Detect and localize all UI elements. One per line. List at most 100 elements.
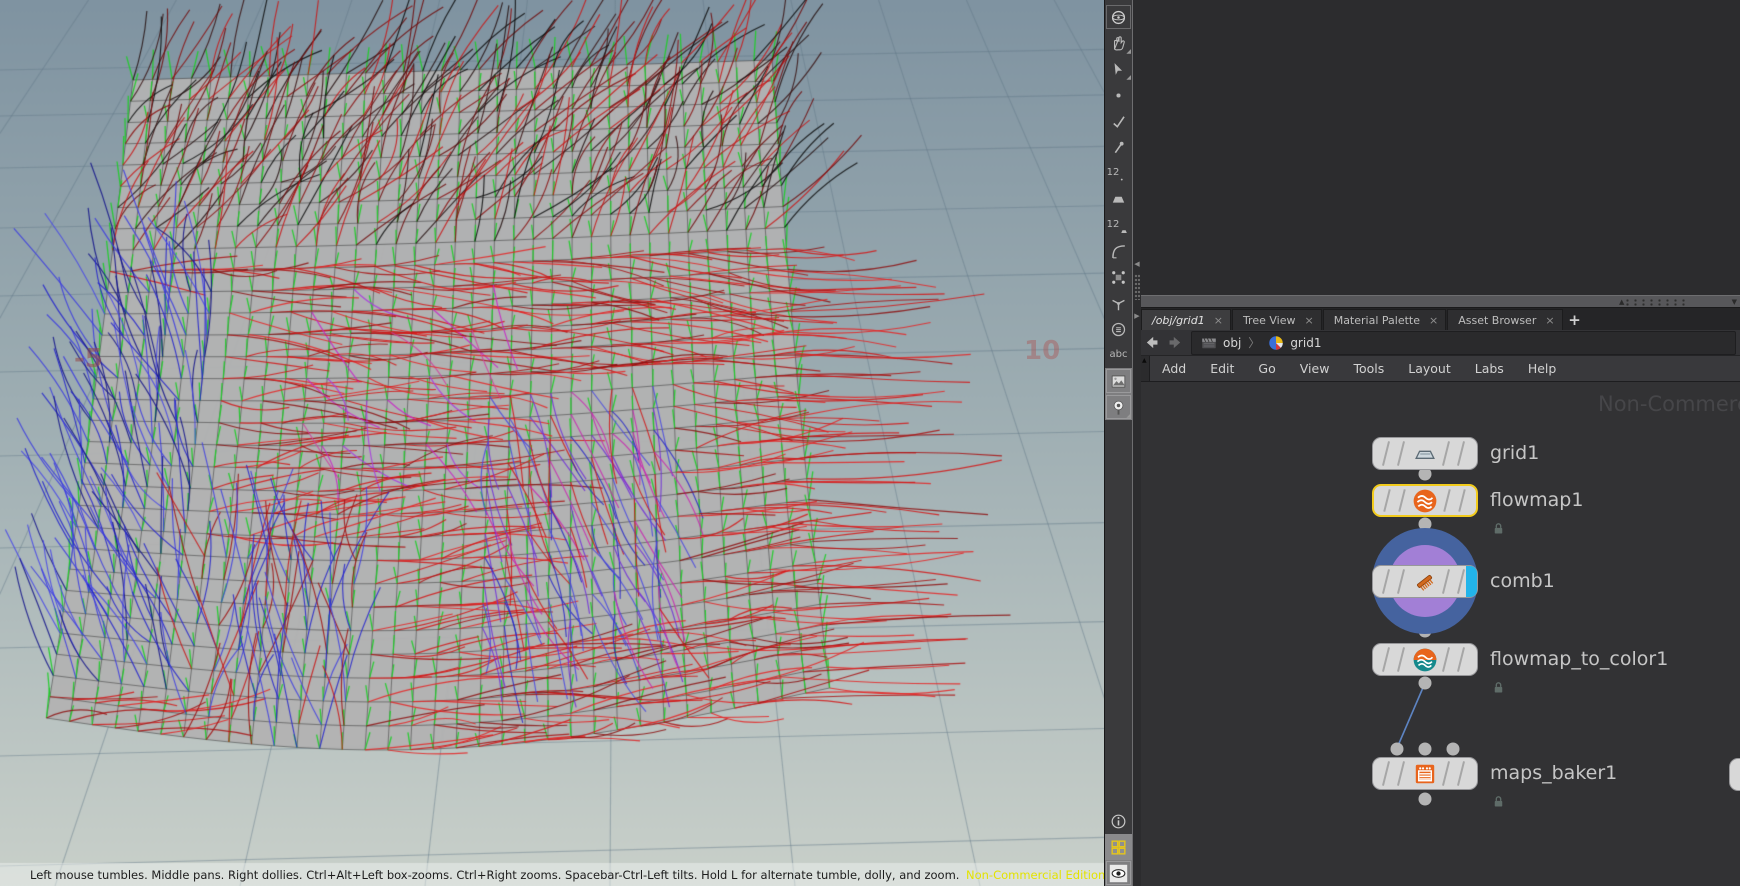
node-grid1[interactable] [1372, 437, 1478, 470]
visibility-icon[interactable] [1105, 860, 1132, 886]
menu-gutter[interactable]: ▲ [1141, 356, 1150, 381]
tab-label: Material Palette [1333, 313, 1420, 327]
toolbar-group-top: ◢ ◢ 12 12 abc ◢ [1105, 4, 1132, 420]
menu-edit[interactable]: Edit [1198, 356, 1246, 381]
tab--obj-grid1[interactable]: /obj/grid1 × [1141, 309, 1231, 330]
menu-go[interactable]: Go [1246, 356, 1287, 381]
view-tool-icon[interactable] [1105, 4, 1132, 30]
text-overlay-icon[interactable]: abc [1105, 342, 1132, 368]
display-options-toolbar: ◢ ◢ 12 12 abc ◢ [1104, 0, 1133, 886]
snapshot-icon[interactable] [1105, 368, 1132, 394]
forward-button[interactable] [1163, 333, 1185, 353]
point-numbers-icon[interactable]: 12 [1105, 160, 1132, 186]
points-icon[interactable] [1105, 82, 1132, 108]
tab-asset-browser[interactable]: Asset Browser × [1447, 309, 1563, 330]
primitives-icon[interactable] [1105, 186, 1132, 212]
tab-material-palette[interactable]: Material Palette × [1322, 309, 1447, 330]
primitive-numbers-icon[interactable]: 12 [1105, 212, 1132, 238]
menu-add[interactable]: Add [1150, 356, 1198, 381]
node-flag-divider [1457, 569, 1465, 594]
node-maps_baker1[interactable] [1372, 757, 1478, 790]
splitter-collapse-icon[interactable]: ▼ [1732, 298, 1737, 306]
lock-icon [1491, 794, 1506, 809]
node-label-grid1: grid1 [1490, 442, 1540, 464]
dropdown-caret-icon: ◢ [1126, 412, 1131, 419]
splitter-collapse-up-icon[interactable]: ▲ [1619, 298, 1624, 306]
handles-icon[interactable] [1105, 264, 1132, 290]
node-flag-divider [1382, 441, 1390, 466]
node-label-flowmap_to_color1: flowmap_to_color1 [1490, 648, 1669, 670]
node-flag-divider [1457, 761, 1465, 786]
node-flag-divider [1383, 489, 1391, 512]
origin-gnomon-icon[interactable] [1105, 316, 1132, 342]
breadcrumb-separator: 〉 [1248, 336, 1261, 350]
menu-view[interactable]: View [1288, 356, 1342, 381]
path-field: obj 〉 grid1 [1191, 330, 1736, 355]
layout-grid-icon[interactable] [1105, 834, 1132, 860]
lock-icon [1491, 680, 1506, 695]
tab-close-icon[interactable]: × [1214, 314, 1223, 327]
grid-node-icon [1412, 441, 1438, 467]
dropdown-caret-icon: ◢ [1126, 48, 1131, 55]
node-flowmap_to_color1[interactable] [1372, 643, 1478, 676]
breadcrumb-root[interactable]: obj [1223, 336, 1241, 350]
flowmap-node-icon [1412, 488, 1438, 514]
tab-tree-view[interactable]: Tree View × [1231, 309, 1322, 330]
node-flag-divider [1398, 489, 1406, 512]
lock-icon [1491, 521, 1506, 536]
splitter-collapse-right-icon[interactable]: ▶ [1133, 312, 1141, 320]
back-button[interactable] [1141, 333, 1163, 353]
node-flag-divider [1442, 569, 1450, 594]
new-tab-button[interactable]: + [1564, 309, 1586, 330]
node-comb1[interactable] [1372, 565, 1478, 598]
node-flag-divider [1443, 489, 1451, 512]
tab-close-icon[interactable]: × [1545, 314, 1554, 327]
menu-help[interactable]: Help [1516, 356, 1569, 381]
info-icon[interactable] [1105, 808, 1132, 834]
pane-tab-bar: /obj/grid1 × Tree View × Material Palette × As… [1141, 308, 1740, 330]
vertices-icon[interactable] [1105, 108, 1132, 134]
node-flag-divider [1397, 647, 1405, 672]
gutter-arrow-icon: ▲ [1142, 357, 1147, 364]
flowmap-to-color-node-icon [1412, 647, 1438, 673]
vertical-pane-splitter[interactable]: ◀ ▶ [1133, 0, 1141, 886]
node-flag-divider [1458, 489, 1466, 512]
node-flag-divider [1442, 647, 1450, 672]
splitter-grip[interactable] [1134, 274, 1140, 300]
dropdown-caret-icon: ◢ [1126, 74, 1131, 81]
menu-labs[interactable]: Labs [1463, 356, 1516, 381]
profile-curves-icon[interactable] [1105, 238, 1132, 264]
visualizer-icon[interactable]: ◢ [1105, 394, 1132, 420]
node-label-maps_baker1: maps_baker1 [1490, 762, 1618, 784]
display-flag[interactable] [1466, 566, 1477, 597]
splitter-collapse-left-icon[interactable]: ◀ [1133, 260, 1141, 268]
normals-icon[interactable] [1105, 134, 1132, 160]
tab-label: Asset Browser [1458, 313, 1537, 327]
viewport-canvas[interactable] [0, 0, 1104, 886]
node-flag-divider [1382, 569, 1390, 594]
edition-watermark: Non-Commercial Edition [966, 868, 1106, 882]
scene-viewport[interactable]: -5 10 Left mouse tumbles. Middle pans. R… [0, 0, 1106, 886]
maps-baker-node-icon [1412, 761, 1438, 787]
network-path-bar: obj 〉 grid1 [1141, 330, 1740, 356]
splitter-grip[interactable] [1626, 299, 1686, 306]
node-flag-divider [1457, 647, 1465, 672]
horizontal-pane-splitter[interactable]: ▲ ▼ [1141, 295, 1740, 308]
geometry-node-icon [1267, 334, 1285, 352]
breadcrumb-current[interactable]: grid1 [1290, 336, 1321, 350]
node-flag-divider [1442, 761, 1450, 786]
node-label-comb1: comb1 [1490, 570, 1555, 592]
scene-obj-icon [1200, 334, 1218, 352]
pan-tool-icon[interactable]: ◢ [1105, 30, 1132, 56]
partial-node[interactable] [1729, 758, 1740, 791]
tab-close-icon[interactable]: × [1304, 314, 1313, 327]
node-flag-divider [1382, 761, 1390, 786]
pivot-icon[interactable] [1105, 290, 1132, 316]
node-flowmap1[interactable] [1372, 484, 1478, 517]
select-tool-icon[interactable]: ◢ [1105, 56, 1132, 82]
network-canvas[interactable]: Non-Commercial Edition grid1 flowmap1 comb… [1141, 382, 1740, 886]
tab-close-icon[interactable]: × [1429, 314, 1438, 327]
menu-tools[interactable]: Tools [1341, 356, 1396, 381]
menu-layout[interactable]: Layout [1396, 356, 1463, 381]
tab-label: /obj/grid1 [1152, 313, 1205, 327]
